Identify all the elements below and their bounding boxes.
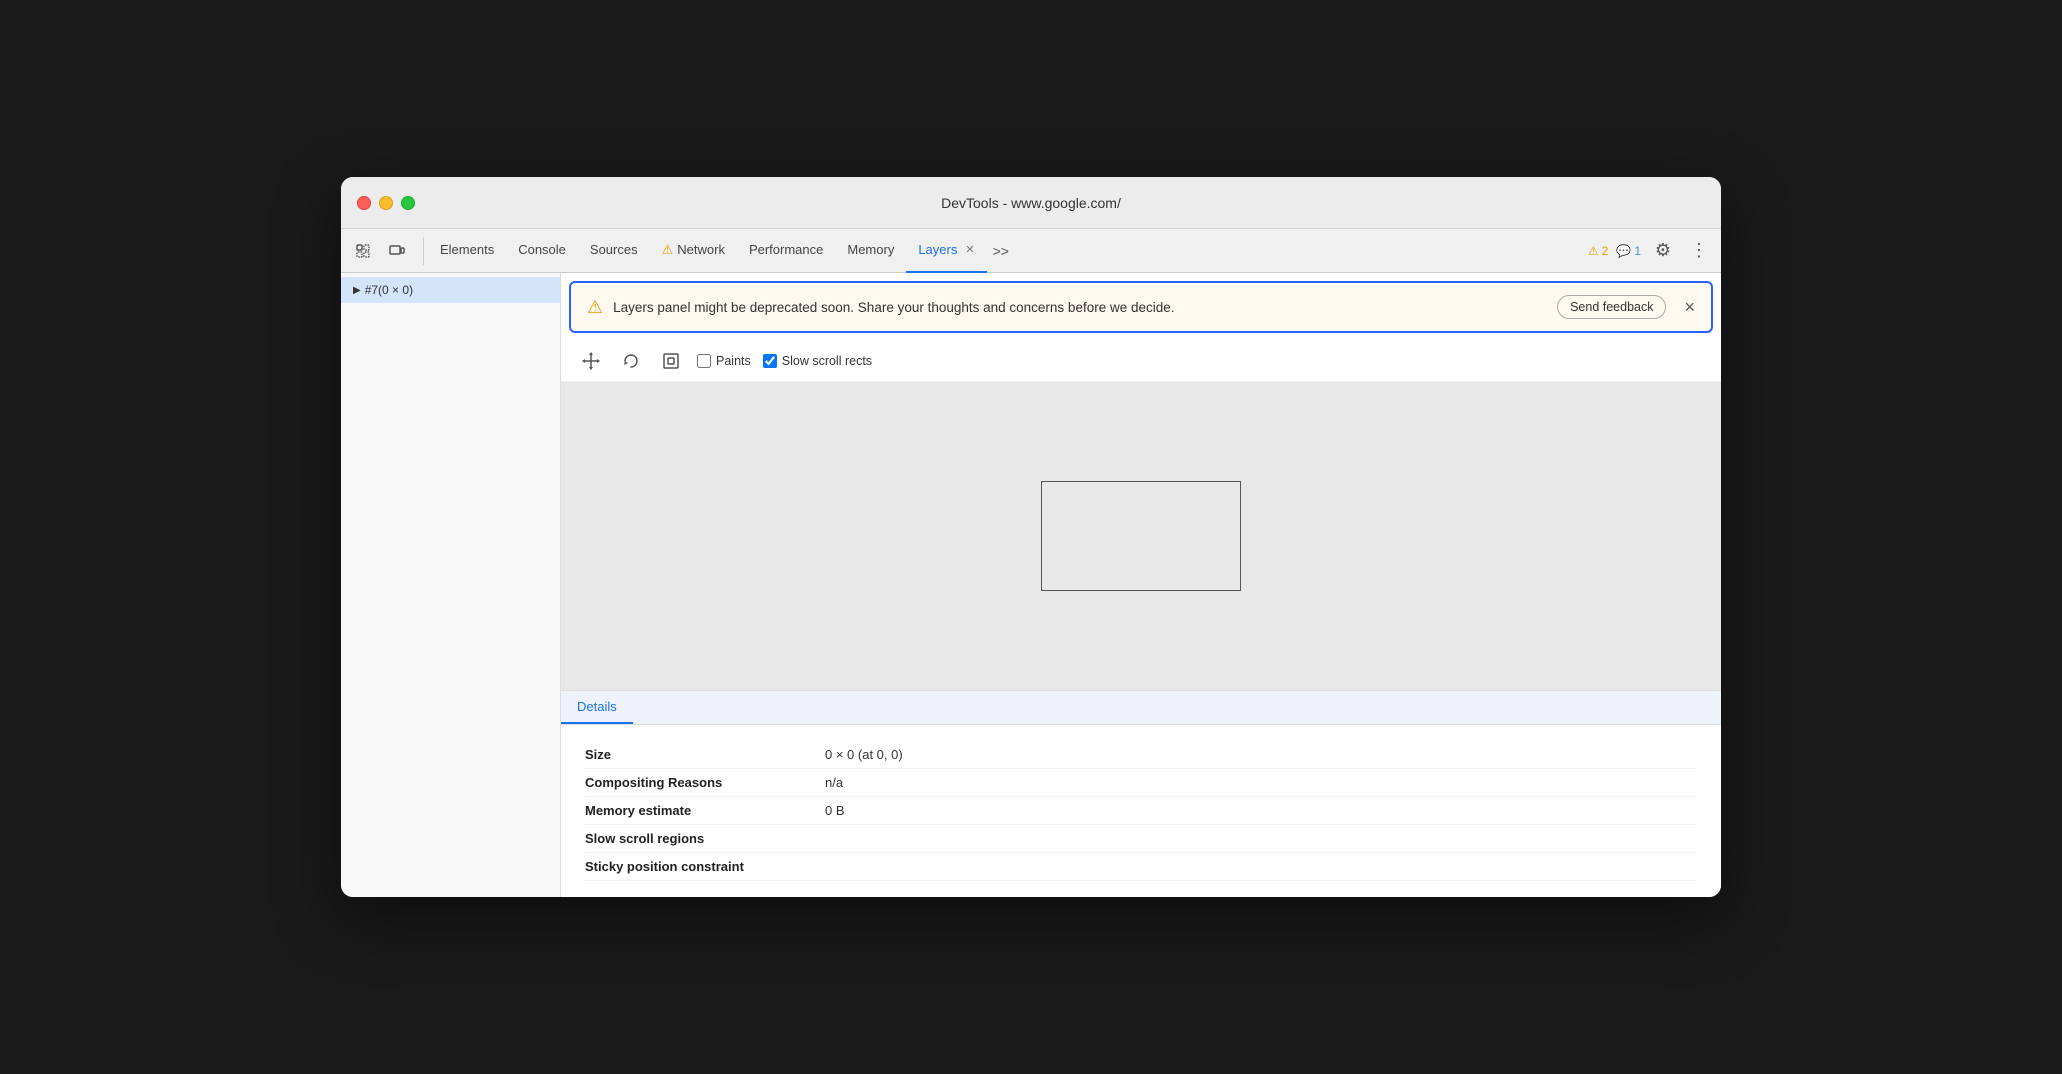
tab-icons bbox=[349, 237, 424, 265]
toolbar-right: ⚠ 2 💬 1 ⚙ ⋮ bbox=[1588, 237, 1713, 265]
tab-details[interactable]: Details bbox=[561, 691, 633, 724]
table-row: Sticky position constraint bbox=[585, 853, 1697, 881]
tab-layers-label: Layers bbox=[918, 242, 957, 257]
slow-scroll-checkbox[interactable] bbox=[763, 354, 777, 368]
detail-key-sticky: Sticky position constraint bbox=[585, 859, 825, 874]
detail-value-size: 0 × 0 (at 0, 0) bbox=[825, 747, 903, 762]
layers-sidebar: ▶ #7(0 × 0) bbox=[341, 273, 561, 897]
rotate-tool-button[interactable] bbox=[617, 347, 645, 375]
send-feedback-button[interactable]: Send feedback bbox=[1557, 295, 1666, 319]
sidebar-layer-label: #7(0 × 0) bbox=[365, 283, 413, 297]
tab-network-label: Network bbox=[677, 242, 725, 257]
info-count: 1 bbox=[1634, 244, 1641, 258]
tab-memory[interactable]: Memory bbox=[835, 229, 906, 273]
tab-console[interactable]: Console bbox=[506, 229, 578, 273]
layer-rectangle bbox=[1041, 481, 1241, 591]
devtools-window: DevTools - www.google.com/ Elements bbox=[341, 177, 1721, 897]
tab-console-label: Console bbox=[518, 242, 566, 257]
tab-sources-label: Sources bbox=[590, 242, 638, 257]
titlebar: DevTools - www.google.com/ bbox=[341, 177, 1721, 229]
tabs-overflow-label: >> bbox=[993, 243, 1009, 259]
tab-layers[interactable]: Layers ✕ bbox=[906, 229, 986, 273]
info-icon: 💬 bbox=[1616, 244, 1631, 258]
reset-tool-button[interactable] bbox=[657, 347, 685, 375]
layers-toolbar: Paints Slow scroll rects bbox=[561, 341, 1721, 382]
banner-text: Layers panel might be deprecated soon. S… bbox=[613, 300, 1547, 315]
tab-elements[interactable]: Elements bbox=[428, 229, 506, 273]
main-panel: ⚠ Layers panel might be deprecated soon.… bbox=[561, 273, 1721, 897]
canvas-area[interactable] bbox=[561, 382, 1721, 690]
detail-key-compositing: Compositing Reasons bbox=[585, 775, 825, 790]
details-tab-label: Details bbox=[577, 699, 617, 714]
inspect-element-icon[interactable] bbox=[349, 237, 377, 265]
tab-layers-close[interactable]: ✕ bbox=[965, 243, 974, 256]
table-row: Memory estimate 0 B bbox=[585, 797, 1697, 825]
slow-scroll-checkbox-label[interactable]: Slow scroll rects bbox=[763, 354, 872, 368]
tab-network[interactable]: ⚠ Network bbox=[650, 229, 737, 273]
banner-warning-icon: ⚠ bbox=[587, 297, 603, 318]
table-row: Slow scroll regions bbox=[585, 825, 1697, 853]
deprecation-banner: ⚠ Layers panel might be deprecated soon.… bbox=[569, 281, 1713, 333]
warning-icon: ⚠ bbox=[1588, 244, 1599, 258]
traffic-lights bbox=[357, 196, 415, 210]
device-toolbar-icon[interactable] bbox=[383, 237, 411, 265]
slow-scroll-label: Slow scroll rects bbox=[782, 354, 872, 368]
minimize-button[interactable] bbox=[379, 196, 393, 210]
warning-badge[interactable]: ⚠ 2 bbox=[1588, 244, 1608, 258]
info-badge[interactable]: 💬 1 bbox=[1616, 244, 1641, 258]
paints-checkbox-label[interactable]: Paints bbox=[697, 354, 751, 368]
table-row: Size 0 × 0 (at 0, 0) bbox=[585, 741, 1697, 769]
paints-label: Paints bbox=[716, 354, 751, 368]
detail-key-memory: Memory estimate bbox=[585, 803, 825, 818]
details-tabs: Details bbox=[561, 691, 1721, 725]
maximize-button[interactable] bbox=[401, 196, 415, 210]
more-options-button[interactable]: ⋮ bbox=[1685, 237, 1713, 265]
warning-count: 2 bbox=[1602, 244, 1609, 258]
tabs-overflow-button[interactable]: >> bbox=[987, 229, 1015, 273]
sidebar-item-layer1[interactable]: ▶ #7(0 × 0) bbox=[341, 277, 560, 303]
settings-button[interactable]: ⚙ bbox=[1649, 237, 1677, 265]
detail-key-scroll: Slow scroll regions bbox=[585, 831, 825, 846]
tab-performance-label: Performance bbox=[749, 242, 823, 257]
detail-value-compositing: n/a bbox=[825, 775, 843, 790]
tab-performance[interactable]: Performance bbox=[737, 229, 835, 273]
close-button[interactable] bbox=[357, 196, 371, 210]
window-title: DevTools - www.google.com/ bbox=[941, 195, 1121, 211]
devtools-body: ▶ #7(0 × 0) ⚠ Layers panel might be depr… bbox=[341, 273, 1721, 897]
details-panel: Details Size 0 × 0 (at 0, 0) Compositing… bbox=[561, 690, 1721, 897]
pan-tool-button[interactable] bbox=[577, 347, 605, 375]
tab-sources[interactable]: Sources bbox=[578, 229, 650, 273]
network-warning-icon: ⚠ bbox=[662, 242, 674, 258]
sidebar-arrow-icon: ▶ bbox=[353, 285, 361, 296]
tab-bar: Elements Console Sources ⚠ Network Perfo… bbox=[341, 229, 1721, 273]
tab-elements-label: Elements bbox=[440, 242, 494, 257]
table-row: Compositing Reasons n/a bbox=[585, 769, 1697, 797]
banner-close-button[interactable]: × bbox=[1684, 297, 1695, 318]
details-table: Size 0 × 0 (at 0, 0) Compositing Reasons… bbox=[561, 725, 1721, 897]
detail-value-memory: 0 B bbox=[825, 803, 845, 818]
tab-memory-label: Memory bbox=[847, 242, 894, 257]
paints-checkbox[interactable] bbox=[697, 354, 711, 368]
detail-key-size: Size bbox=[585, 747, 825, 762]
